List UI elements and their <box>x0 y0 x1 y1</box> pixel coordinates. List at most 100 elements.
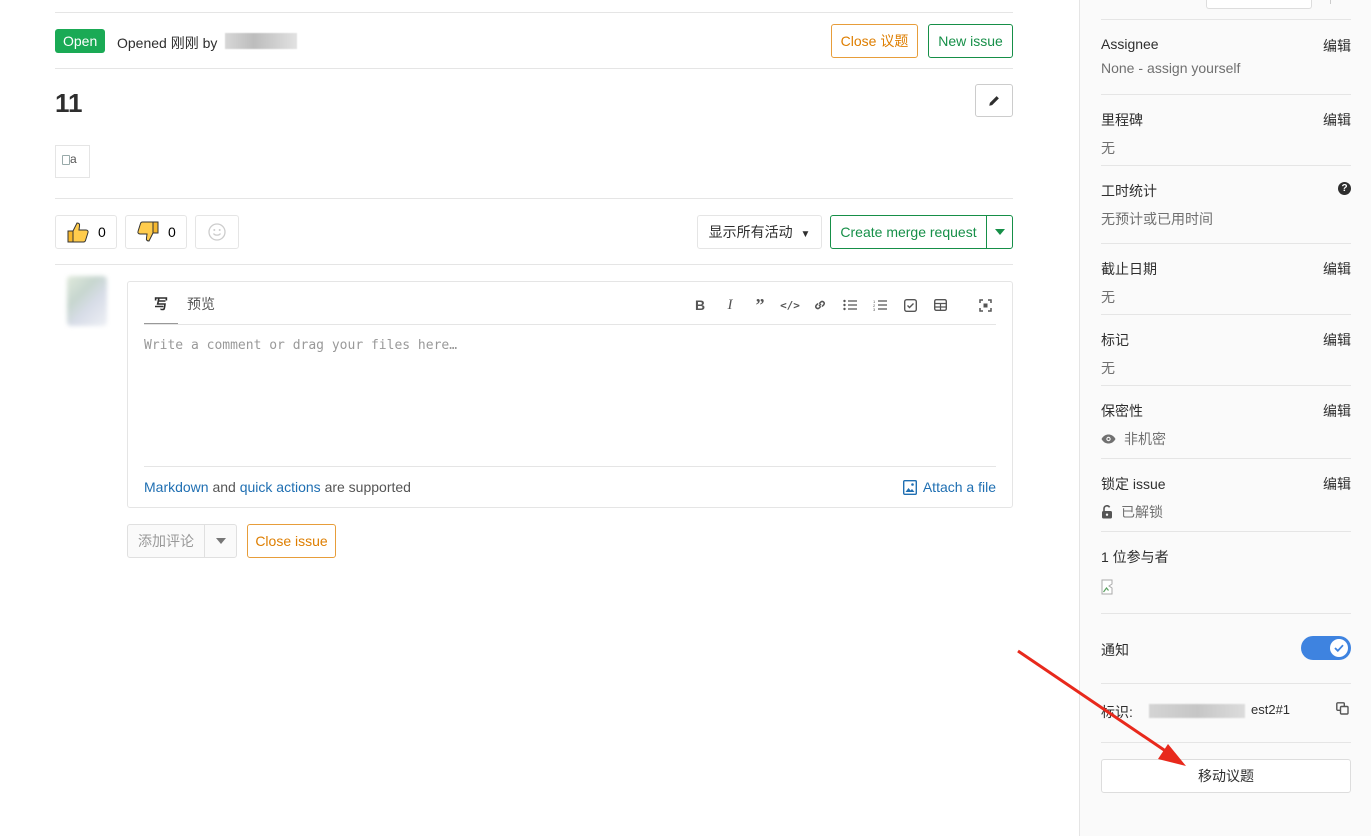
author-link[interactable] <box>225 33 297 49</box>
milestone-value: 无 <box>1101 140 1115 156</box>
confidentiality-label: 保密性 <box>1101 403 1143 419</box>
broken-image-icon <box>62 154 70 165</box>
divider <box>1101 314 1351 315</box>
labels-edit-link[interactable]: 编辑 <box>1323 330 1351 350</box>
issue-title: 11 <box>55 88 83 118</box>
divider <box>1330 0 1331 4</box>
divider <box>1101 165 1351 166</box>
notifications-section: 通知 <box>1101 636 1351 660</box>
divider <box>1101 531 1351 532</box>
caret-down-icon <box>994 229 1005 235</box>
divider <box>1101 19 1351 20</box>
confidentiality-value: 非机密 <box>1124 431 1166 447</box>
reference-label: 标识: <box>1101 704 1133 720</box>
participants-section: 1 位参与者 <box>1101 547 1351 595</box>
bullet-list-icon[interactable] <box>841 296 859 314</box>
footer-supported-text: are supported <box>324 479 411 495</box>
numbered-list-icon[interactable]: 123 <box>871 296 889 314</box>
divider <box>1101 94 1351 95</box>
due-date-label: 截止日期 <box>1101 261 1157 277</box>
code-icon[interactable]: </> <box>780 296 800 314</box>
labels-label: 标记 <box>1101 332 1129 348</box>
lock-value: 已解锁 <box>1121 504 1163 520</box>
divider <box>1101 613 1351 614</box>
check-icon <box>1334 644 1344 652</box>
create-merge-request-button[interactable]: Create merge request <box>830 215 987 249</box>
close-issue-bottom-button[interactable]: Close issue <box>247 524 336 558</box>
table-icon[interactable] <box>931 296 949 314</box>
assignee-label: Assignee <box>1101 36 1159 52</box>
description-image: a <box>55 145 90 178</box>
quote-icon[interactable]: ” <box>751 295 769 315</box>
move-issue-button[interactable]: 移动议题 <box>1101 759 1351 793</box>
assignee-section: Assignee 编辑 None - assign yourself <box>1101 36 1351 76</box>
activity-filter-dropdown[interactable]: 显示所有活动 ▼ <box>697 215 822 249</box>
due-date-section: 截止日期 编辑 无 <box>1101 259 1351 307</box>
thumbs-down-icon <box>137 221 159 242</box>
toggle-knob <box>1330 639 1348 657</box>
thumbs-down-award-button[interactable]: 0 <box>125 215 187 249</box>
question-circle-icon[interactable]: ? <box>1338 182 1351 195</box>
comment-input[interactable]: Write a comment or drag your files here… <box>144 338 457 353</box>
tab-preview[interactable]: 预览 <box>187 294 215 314</box>
participant-avatar[interactable] <box>1101 579 1117 595</box>
assign-yourself-link[interactable]: assign yourself <box>1147 60 1240 76</box>
link-icon[interactable] <box>811 296 829 314</box>
editor-footer-divider <box>144 466 996 467</box>
footer-and-text: and <box>212 479 236 495</box>
participants-label: 1 位参与者 <box>1101 549 1169 565</box>
attach-file-button[interactable]: Attach a file <box>902 479 996 495</box>
eye-icon <box>1101 434 1116 444</box>
thumbs-up-count: 0 <box>98 224 106 240</box>
divider <box>55 198 1013 199</box>
copy-icon[interactable] <box>1336 702 1349 718</box>
fullscreen-icon[interactable] <box>976 296 994 314</box>
lock-section: 锁定 issue 编辑 已解锁 <box>1101 474 1351 522</box>
task-list-icon[interactable] <box>901 296 919 314</box>
merge-request-options-toggle[interactable] <box>986 215 1013 249</box>
new-issue-button[interactable]: New issue <box>928 24 1013 58</box>
add-comment-button[interactable]: 添加评论 <box>127 524 205 558</box>
close-issue-button[interactable]: Close 议题 <box>831 24 918 58</box>
svg-text:3: 3 <box>873 307 876 311</box>
due-date-edit-link[interactable]: 编辑 <box>1323 259 1351 279</box>
comment-type-toggle[interactable] <box>204 524 237 558</box>
bold-icon[interactable]: B <box>691 296 709 314</box>
divider <box>55 12 1013 13</box>
lock-edit-link[interactable]: 编辑 <box>1323 474 1351 494</box>
divider <box>1101 742 1351 743</box>
avatar <box>67 276 107 326</box>
sidebar-top-button[interactable] <box>1206 0 1312 9</box>
thumbs-up-icon <box>67 222 89 243</box>
labels-section: 标记 编辑 无 <box>1101 330 1351 378</box>
image-alt-text: a <box>70 152 77 166</box>
comment-editor: 写 预览 B I ” </> 123 Write a comment or dr… <box>127 281 1013 508</box>
markdown-link[interactable]: Markdown <box>144 479 209 495</box>
divider <box>55 68 1013 69</box>
confidentiality-edit-link[interactable]: 编辑 <box>1323 401 1351 421</box>
tab-write[interactable]: 写 <box>144 294 178 325</box>
milestone-section: 里程碑 编辑 无 <box>1101 110 1351 158</box>
reference-section: 标识: est2#1 <box>1101 702 1351 722</box>
thumbs-down-count: 0 <box>168 224 176 240</box>
divider <box>1101 243 1351 244</box>
confidentiality-section: 保密性 编辑 非机密 <box>1101 401 1351 449</box>
add-reaction-button[interactable] <box>195 215 239 249</box>
italic-icon[interactable]: I <box>721 296 739 314</box>
thumbs-up-award-button[interactable]: 0 <box>55 215 117 249</box>
quick-actions-link[interactable]: quick actions <box>240 479 321 495</box>
issue-sidebar: Assignee 编辑 None - assign yourself 里程碑 编… <box>1079 0 1371 836</box>
labels-value: 无 <box>1101 360 1115 376</box>
milestone-edit-link[interactable]: 编辑 <box>1323 110 1351 130</box>
issue-main: Open Opened 刚刚 by Close 议题 New issue 11 … <box>55 0 1013 836</box>
assignee-edit-link[interactable]: 编辑 <box>1323 36 1351 56</box>
image-file-icon <box>902 479 917 495</box>
status-badge: Open <box>55 29 106 53</box>
attach-file-label: Attach a file <box>922 479 996 495</box>
divider <box>1101 683 1351 684</box>
milestone-label: 里程碑 <box>1101 112 1143 128</box>
notifications-toggle[interactable] <box>1301 636 1351 660</box>
divider <box>1101 385 1351 386</box>
time-tracking-label: 工时统计 <box>1101 183 1157 199</box>
edit-title-button[interactable] <box>975 84 1013 117</box>
